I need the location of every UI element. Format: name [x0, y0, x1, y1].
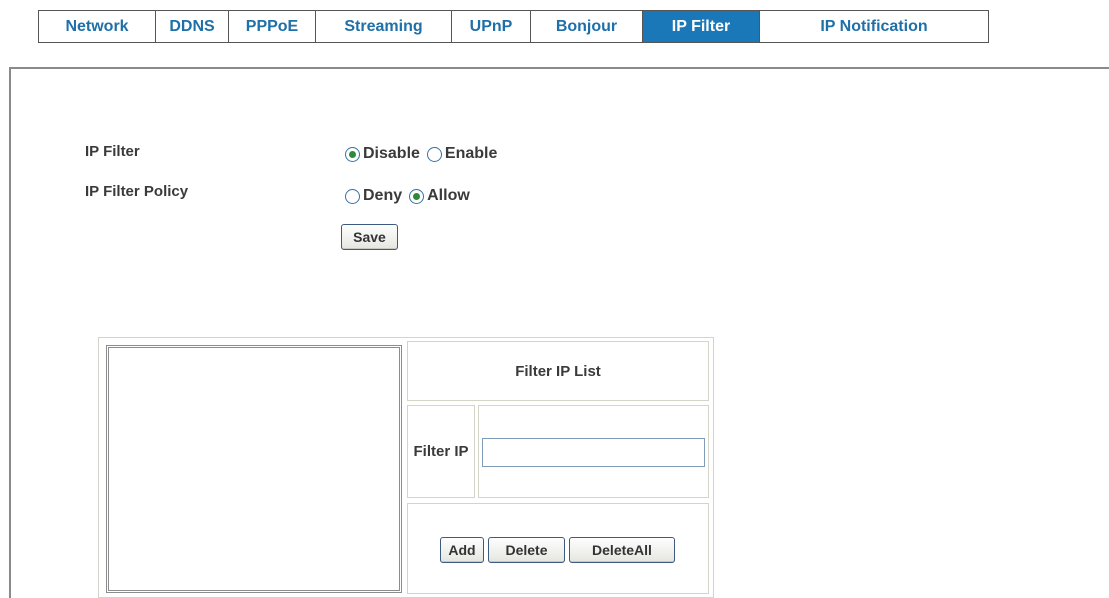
tab-ip-filter[interactable]: IP Filter — [643, 11, 760, 42]
ip-filter-disable-label: Disable — [363, 145, 420, 162]
policy-allow-radio[interactable] — [409, 188, 425, 204]
settings-tab-bar: Network DDNS PPPoE Streaming UPnP Bonjou… — [38, 10, 989, 43]
tab-upnp[interactable]: UPnP — [452, 11, 531, 42]
policy-allow-label: Allow — [427, 187, 470, 204]
tab-pppoe[interactable]: PPPoE — [229, 11, 316, 42]
policy-deny-label: Deny — [363, 187, 403, 204]
ip-filter-policy-radio-group: Deny Allow — [345, 187, 477, 205]
tab-streaming[interactable]: Streaming — [316, 11, 452, 42]
filter-ip-listbox[interactable] — [106, 345, 402, 593]
filter-ip-label: Filter IP — [407, 405, 475, 498]
filter-ip-input[interactable] — [482, 438, 705, 467]
save-button[interactable]: Save — [341, 224, 398, 250]
ip-filter-label: IP Filter — [85, 143, 140, 160]
tab-bonjour[interactable]: Bonjour — [531, 11, 643, 42]
delete-all-button[interactable]: DeleteAll — [569, 537, 675, 563]
tab-ip-notification[interactable]: IP Notification — [760, 11, 988, 42]
ip-filter-disable-radio[interactable] — [345, 146, 360, 162]
policy-deny-radio[interactable] — [345, 188, 360, 204]
ip-filter-enable-label: Enable — [444, 145, 498, 162]
ip-filter-policy-label: IP Filter Policy — [85, 183, 189, 200]
add-button[interactable]: Add — [440, 537, 484, 563]
ip-filter-settings-page: Network DDNS PPPoE Streaming UPnP Bonjou… — [0, 0, 1109, 598]
ip-filter-enable-radio[interactable] — [426, 146, 442, 162]
ip-filter-radio-group: Disable Enable — [345, 145, 504, 163]
delete-button[interactable]: Delete — [488, 537, 565, 563]
filter-ip-list-title: Filter IP List — [407, 341, 709, 401]
tab-ddns[interactable]: DDNS — [156, 11, 229, 42]
tab-network[interactable]: Network — [39, 11, 156, 42]
